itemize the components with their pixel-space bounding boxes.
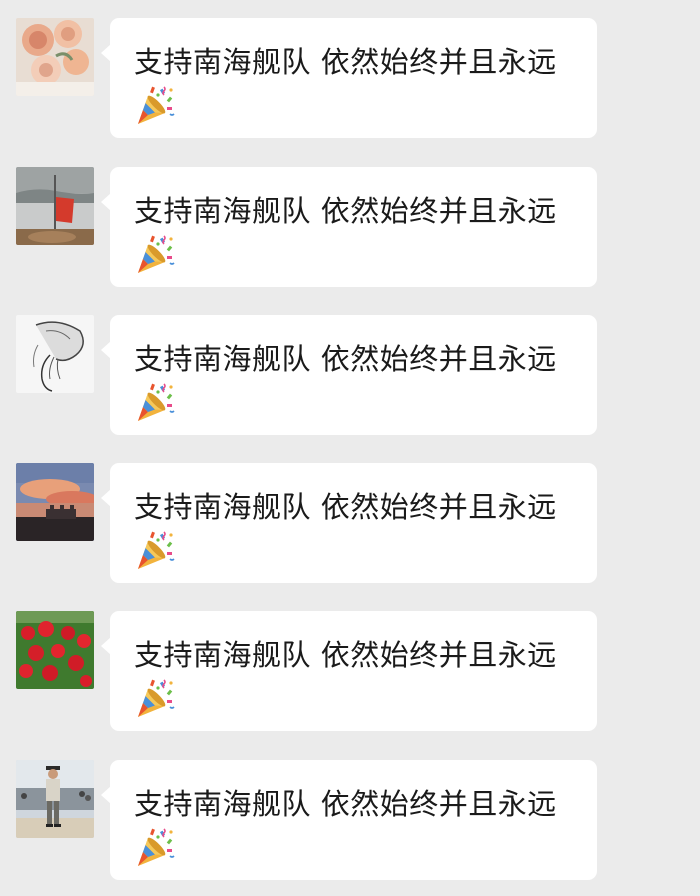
message-text: 支持南海舰队 依然始终并且永远 xyxy=(134,638,557,672)
message-text: 支持南海舰队 依然始终并且永远 xyxy=(134,490,557,524)
message-text: 支持南海舰队 依然始终并且永远 xyxy=(134,342,557,376)
party-popper-icon xyxy=(134,677,176,719)
sender-avatar[interactable] xyxy=(16,18,94,96)
avatar-red-flowers xyxy=(16,611,94,689)
party-popper-icon xyxy=(134,529,176,571)
sender-avatar[interactable] xyxy=(16,463,94,541)
sender-avatar[interactable] xyxy=(16,760,94,838)
party-popper-icon xyxy=(134,84,176,126)
message-bubble[interactable]: 支持南海舰队 依然始终并且永远 xyxy=(101,167,597,287)
avatar-red-flag-boat xyxy=(16,167,94,245)
avatar-peach-roses xyxy=(16,18,94,96)
message-text: 支持南海舰队 依然始终并且永远 xyxy=(134,45,557,79)
message-bubble[interactable]: 支持南海舰队 依然始终并且永远 xyxy=(101,315,597,435)
sender-avatar[interactable] xyxy=(16,315,94,393)
avatar-sunset-skyline xyxy=(16,463,94,541)
party-popper-icon xyxy=(134,826,176,868)
chat-message-row: 支持南海舰队 依然始终并且永远 xyxy=(0,760,700,880)
party-popper-icon xyxy=(134,381,176,423)
sender-avatar[interactable] xyxy=(16,167,94,245)
message-bubble[interactable]: 支持南海舰队 依然始终并且永远 xyxy=(101,18,597,138)
chat-message-row: 支持南海舰队 依然始终并且永远 xyxy=(0,315,700,435)
avatar-sketch-girl xyxy=(16,315,94,393)
message-text: 支持南海舰队 依然始终并且永远 xyxy=(134,787,557,821)
message-text: 支持南海舰队 依然始终并且永远 xyxy=(134,194,557,228)
message-bubble[interactable]: 支持南海舰队 依然始终并且永远 xyxy=(101,611,597,731)
avatar-person-crowd xyxy=(16,760,94,838)
message-bubble[interactable]: 支持南海舰队 依然始终并且永远 xyxy=(101,760,597,880)
chat-message-row: 支持南海舰队 依然始终并且永远 xyxy=(0,167,700,287)
chat-message-list: 支持南海舰队 依然始终并且永远 支持南海舰队 依然始终并且永远 支持南海舰队 依… xyxy=(0,0,700,896)
message-bubble[interactable]: 支持南海舰队 依然始终并且永远 xyxy=(101,463,597,583)
party-popper-icon xyxy=(134,233,176,275)
sender-avatar[interactable] xyxy=(16,611,94,689)
chat-message-row: 支持南海舰队 依然始终并且永远 xyxy=(0,463,700,583)
chat-message-row: 支持南海舰队 依然始终并且永远 xyxy=(0,611,700,731)
chat-message-row: 支持南海舰队 依然始终并且永远 xyxy=(0,18,700,138)
